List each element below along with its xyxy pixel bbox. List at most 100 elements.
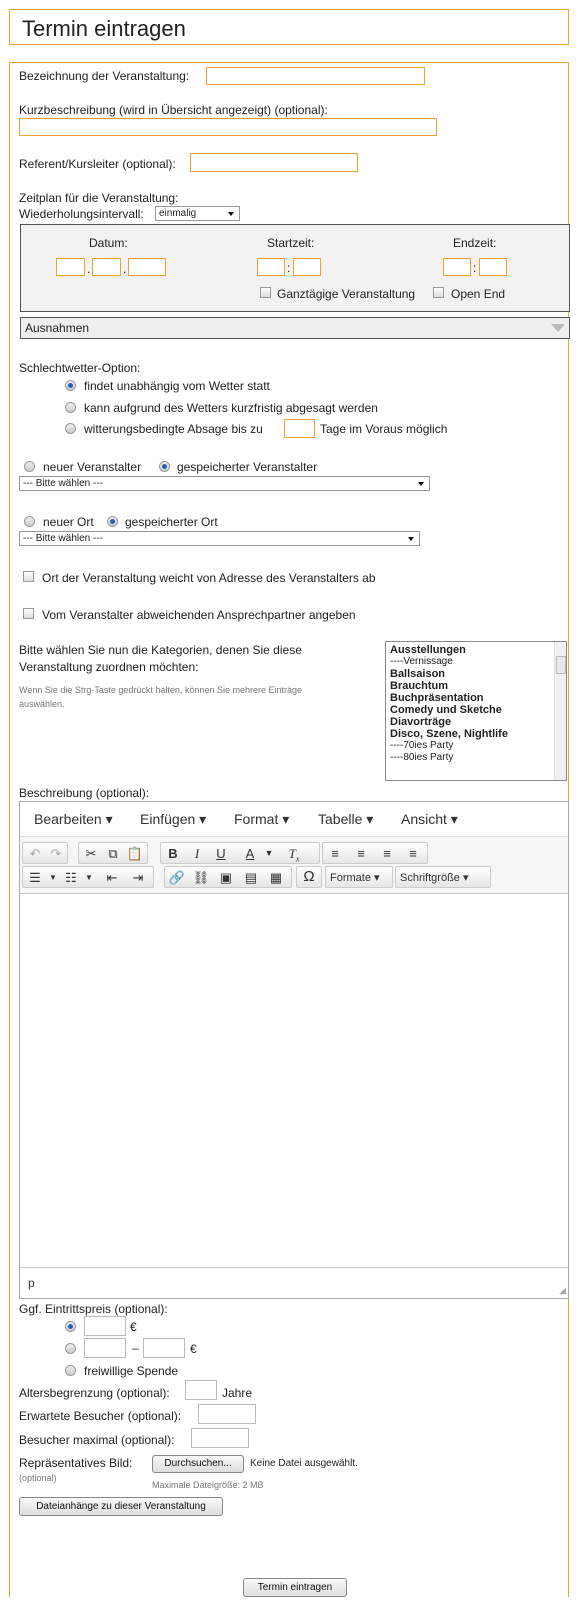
bold-icon[interactable]: B [162,846,184,861]
gespeicherter-veranstalter-label: gespeicherter Veranstalter [177,460,318,474]
preis-fest-radio[interactable] [65,1321,76,1332]
chevron-down-icon[interactable]: ▼ [258,848,280,858]
list-item[interactable]: Ballsaison [386,668,566,680]
scrollbar-thumb[interactable] [556,656,566,674]
chevron-down-icon[interactable]: ▼ [78,873,100,882]
redo-icon[interactable]: ↷ [45,846,67,862]
wiederholung-select[interactable]: einmalig [155,206,240,221]
eintrittspreis-label: Ggf. Eintrittspreis (optional): [19,1302,168,1316]
paste-icon[interactable]: 📋 [124,846,146,862]
ganztaegig-checkbox[interactable] [260,287,271,298]
startzeit-stunde-input[interactable] [257,258,285,276]
menu-format[interactable]: Format ▾ [234,811,289,828]
datum-jahr-input[interactable] [128,258,166,276]
referent-input[interactable] [190,153,358,172]
chevron-down-icon [418,482,424,486]
list-item[interactable]: Ausstellungen [386,644,566,656]
weather-option-3-label: witterungsbedingte Absage bis zu [84,422,263,436]
ort-abweichend-checkbox[interactable] [23,571,34,582]
erwartete-besucher-input[interactable] [198,1404,256,1424]
endzeit-label: Endzeit: [453,236,497,250]
neuer-veranstalter-radio[interactable] [24,461,35,472]
freiwillige-spende-label: freiwillige Spende [84,1364,179,1378]
unlink-icon[interactable]: ⛓ [190,870,212,886]
schriftgroesse-dropdown[interactable]: Schriftgröße ▾ [395,866,491,888]
absage-tage-input[interactable] [284,419,315,438]
listbox-scrollbar[interactable] [554,642,566,780]
altersbegrenzung-input[interactable] [185,1380,217,1400]
veranstalter-select[interactable]: --- Bitte wählen --- [19,476,430,491]
ansprechpartner-checkbox[interactable] [23,608,34,619]
media-icon[interactable]: ▤ [240,870,262,886]
menu-einfuegen[interactable]: Einfügen ▾ [140,811,206,828]
outdent-icon[interactable]: ⇤ [101,870,123,886]
preis-von-input[interactable] [84,1338,126,1358]
datum-tag-input[interactable] [56,258,85,276]
formate-dropdown[interactable]: Formate ▾ [325,866,393,888]
menu-ansicht[interactable]: Ansicht ▾ [401,811,458,828]
endzeit-stunde-input[interactable] [443,258,471,276]
weather-option-2-label: kann aufgrund des Wetters kurzfristig ab… [84,401,378,415]
neuer-veranstalter-label: neuer Veranstalter [43,460,142,474]
menu-tabelle[interactable]: Tabelle ▾ [318,811,373,828]
cut-icon[interactable]: ✂ [80,846,102,862]
video-icon[interactable]: ▦ [265,870,287,886]
indent-icon[interactable]: ⇥ [127,870,149,886]
kategorien-listbox[interactable]: Ausstellungen ----Vernissage Ballsaison … [385,641,567,781]
preis-fest-input[interactable] [84,1316,126,1336]
gespeicherter-veranstalter-radio[interactable] [159,461,170,472]
list-item[interactable]: Buchpräsentation [386,692,566,704]
image-icon[interactable]: ▣ [215,870,237,886]
undo-icon[interactable]: ↶ [24,846,46,862]
editor-toolbar: ↶ ↷ ✂ ⧉ 📋 B I U A ▼ Tx ≡ ≡ ≡ ≡ ☰ ▼ ☷ ▼ ⇤ [20,837,568,894]
list-item[interactable]: ----80ies Party [386,752,566,764]
copy-icon[interactable]: ⧉ [102,846,124,862]
menu-bearbeiten[interactable]: Bearbeiten ▾ [34,811,113,828]
startzeit-minute-input[interactable] [293,258,321,276]
dateianhaenge-button[interactable]: Dateianhänge zu dieser Veranstaltung [19,1497,223,1516]
formate-label: Formate ▾ [330,872,380,884]
file-status: Keine Datei ausgewählt. [250,1458,358,1469]
veranstalter-select-value: --- Bitte wählen --- [23,478,104,489]
italic-icon[interactable]: I [186,846,208,862]
gespeicherter-ort-radio[interactable] [107,516,118,527]
preis-spanne-radio[interactable] [65,1343,76,1354]
editor-content-area[interactable] [20,894,568,1268]
element-path[interactable]: p [28,1276,35,1290]
special-char-button[interactable]: Ω [296,866,322,888]
endzeit-minute-input[interactable] [479,258,507,276]
weather-option-2-radio[interactable] [65,402,76,413]
resize-handle-icon[interactable]: ◢ [559,1285,566,1296]
wiederholung-value: einmalig [159,208,197,219]
max-groesse-hint: Maximale Dateigröße: 2 MB [152,1480,264,1490]
list-item[interactable]: Brauchtum [386,680,566,692]
submit-button[interactable]: Termin eintragen [243,1578,347,1597]
kurzbeschreibung-input[interactable] [19,118,437,136]
list-item[interactable]: ----70ies Party [386,740,566,752]
ort-select[interactable]: --- Bitte wählen --- [19,531,420,546]
list-item[interactable]: ----Vernissage [386,656,566,668]
durchsuchen-button[interactable]: Durchsuchen... [152,1455,244,1473]
align-left-icon[interactable]: ≡ [324,846,346,861]
link-icon[interactable]: 🔗 [166,870,188,886]
besucher-maximal-input[interactable] [191,1428,249,1448]
align-justify-icon[interactable]: ≡ [402,846,424,861]
list-item[interactable]: Disco, Szene, Nightlife [386,728,566,740]
open-end-checkbox[interactable] [433,287,444,298]
underline-icon[interactable]: U [210,846,232,861]
preis-bis-input[interactable] [143,1338,185,1358]
freiwillige-spende-radio[interactable] [65,1365,76,1376]
neuer-ort-radio[interactable] [24,516,35,527]
ort-select-value: --- Bitte wählen --- [23,533,104,544]
align-center-icon[interactable]: ≡ [350,846,372,861]
list-item[interactable]: Diavorträge [386,716,566,728]
datum-monat-input[interactable] [92,258,121,276]
weather-option-1-radio[interactable] [65,380,76,391]
list-item[interactable]: Comedy und Sketche [386,704,566,716]
align-right-icon[interactable]: ≡ [376,846,398,861]
bild-label: Repräsentatives Bild: [19,1456,133,1470]
clear-formatting-icon[interactable]: Tx [283,846,305,864]
ausnahmen-toggle[interactable]: Ausnahmen [20,317,570,339]
bezeichnung-input[interactable] [206,67,425,85]
weather-option-3-radio[interactable] [65,423,76,434]
